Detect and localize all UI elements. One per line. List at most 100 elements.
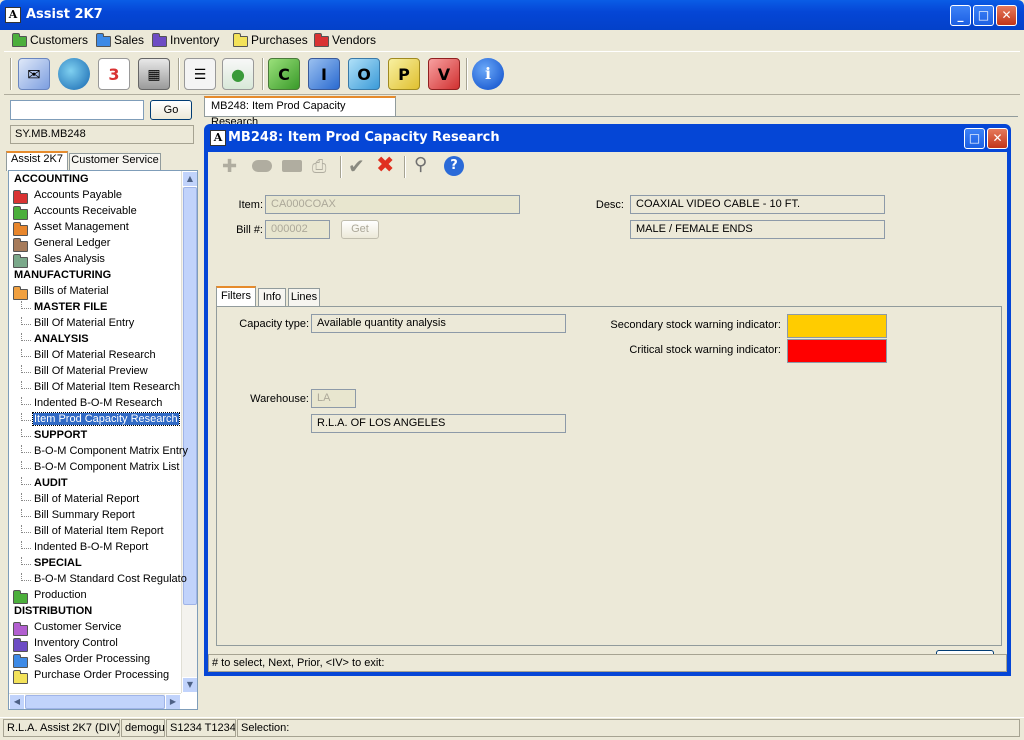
info-icon[interactable]: i	[472, 58, 504, 90]
folder-icon	[13, 206, 28, 220]
tree-vertical-scrollbar[interactable]: ▲ ▼	[181, 171, 197, 693]
menu-sales[interactable]: Sales	[94, 32, 144, 48]
folder-icon	[13, 622, 28, 636]
window-maximize-button[interactable]: □	[964, 128, 985, 149]
print-icon[interactable]: ⎙	[312, 156, 326, 177]
tab-filters[interactable]: Filters	[216, 286, 256, 306]
critical-warning-label: Critical stock warning indicator:	[629, 344, 781, 356]
tab-divider	[204, 116, 1018, 117]
secondary-warning-color-swatch[interactable]	[787, 314, 887, 338]
tab-assist-2k7[interactable]: Assist 2K7	[6, 151, 68, 171]
tree-label: Inventory Control	[34, 637, 118, 649]
tab-lines[interactable]: Lines	[288, 288, 320, 306]
item-field[interactable]: CA000COAX	[265, 195, 520, 214]
filters-panel: Capacity type: Available quantity analys…	[216, 306, 1002, 646]
tree-label: MANUFACTURING	[14, 269, 112, 281]
purchase-p-icon[interactable]: P	[388, 58, 420, 90]
calculator-icon[interactable]: ▦	[138, 58, 170, 90]
accept-check-icon[interactable]: ✔	[348, 154, 365, 178]
tree-label: Accounts Payable	[34, 189, 123, 201]
menu-label: Customers	[30, 33, 89, 47]
get-button[interactable]: Get	[341, 220, 379, 239]
menu-bar: Customers Sales Inventory Purchases Vend…	[4, 30, 1020, 50]
tree-label: Bill Of Material Research	[34, 349, 156, 361]
desc-label: Desc:	[595, 199, 624, 211]
tree-label: Bill Of Material Preview	[34, 365, 148, 377]
tree-horizontal-scrollbar[interactable]: ◀ ▶	[9, 693, 181, 709]
link-icon[interactable]	[252, 160, 272, 172]
tree-label: SUPPORT	[34, 429, 88, 441]
tab-info[interactable]: Info	[258, 288, 286, 306]
tree-label: Indented B-O-M Report	[34, 541, 149, 553]
order-o-icon[interactable]: O	[348, 58, 380, 90]
status-division: R.L.A. Assist 2K7 (DIV)	[3, 719, 120, 737]
desc-line1-field: COAXIAL VIDEO CABLE - 10 FT.	[630, 195, 885, 214]
tree-label: SPECIAL	[34, 557, 82, 569]
tree-guide-line	[21, 301, 31, 309]
report-icon[interactable]: ●	[222, 58, 254, 90]
scroll-up-icon[interactable]: ▲	[182, 171, 197, 187]
tree-label: B-O-M Component Matrix List	[34, 461, 180, 473]
inventory-i-icon[interactable]: I	[308, 58, 340, 90]
menu-vendors[interactable]: Vendors	[312, 32, 376, 48]
document-tab[interactable]: MB248: Item Prod Capacity Research	[204, 96, 396, 128]
hscrollbar-thumb[interactable]	[25, 695, 165, 709]
tree-label: Sales Order Processing	[34, 653, 151, 665]
status-selection: Selection:	[237, 719, 1020, 737]
search-icon[interactable]: ⚲	[414, 154, 427, 175]
notepad-icon[interactable]: ☰	[184, 58, 216, 90]
warehouse-name-field: R.L.A. OF LOS ANGELES	[311, 414, 566, 433]
tab-customer-service[interactable]: Customer Service	[69, 153, 161, 170]
toolbar-separator	[10, 58, 12, 90]
menu-path-field: SY.MB.MB248	[10, 125, 194, 144]
minimize-button[interactable]: _	[950, 5, 971, 26]
help-icon[interactable]: ?	[444, 156, 464, 176]
tree-label: Sales Analysis	[34, 253, 105, 265]
menu-label: Purchases	[251, 33, 308, 47]
customer-c-icon[interactable]: C	[268, 58, 300, 90]
window-close-button[interactable]: ✕	[987, 128, 1008, 149]
tree-label: Bill of Material Report	[34, 493, 140, 505]
add-icon[interactable]: ✚	[222, 156, 237, 177]
tree-label: Item Prod Capacity Research	[32, 412, 180, 426]
menu-label: Sales	[114, 33, 145, 47]
delete-icon[interactable]	[282, 160, 302, 172]
tree-label: B-O-M Standard Cost Regulato	[34, 573, 187, 585]
menu-customers[interactable]: Customers	[10, 32, 88, 48]
close-button[interactable]: ✕	[996, 5, 1017, 26]
tree-label: Accounts Receivable	[34, 205, 137, 217]
folder-green-icon	[12, 33, 27, 47]
tree-label: B-O-M Component Matrix Entry	[34, 445, 189, 457]
scroll-right-icon[interactable]: ▶	[165, 694, 181, 709]
folder-icon	[13, 654, 28, 668]
tree-label: DISTRIBUTION	[14, 605, 93, 617]
window-title: MB248: Item Prod Capacity Research	[228, 130, 500, 145]
scroll-down-icon[interactable]: ▼	[182, 677, 197, 693]
menu-purchases[interactable]: Purchases	[231, 32, 308, 48]
cancel-x-icon[interactable]: ✖	[376, 153, 394, 178]
warehouse-code-field[interactable]: LA	[311, 389, 356, 408]
bill-field[interactable]: 000002	[265, 220, 330, 239]
search-input[interactable]	[10, 100, 144, 120]
folder-icon	[13, 238, 28, 252]
folder-icon	[13, 638, 28, 652]
calendar-icon[interactable]: 3	[98, 58, 130, 90]
tree-guide-line	[21, 493, 31, 501]
mail-icon[interactable]: ✉	[18, 58, 50, 90]
vendor-v-icon[interactable]: V	[428, 58, 460, 90]
go-button[interactable]: Go	[150, 100, 192, 120]
menu-inventory[interactable]: Inventory	[150, 32, 219, 48]
tree-label: Bill of Material Item Report	[34, 525, 164, 537]
tree-label: MASTER FILE	[34, 301, 108, 313]
scrollbar-thumb[interactable]	[183, 187, 197, 605]
tree-guide-line	[21, 461, 31, 469]
status-bar: R.L.A. Assist 2K7 (DIV) demogui S1234 T1…	[0, 717, 1024, 737]
capacity-type-field[interactable]: Available quantity analysis	[311, 314, 566, 333]
folder-icon	[13, 254, 28, 268]
globe-icon[interactable]	[58, 58, 90, 90]
scroll-left-icon[interactable]: ◀	[9, 694, 25, 709]
folder-yellow-icon	[233, 33, 248, 47]
app-title-bar: A Assist 2K7 _ □ ✕	[0, 0, 1024, 30]
critical-warning-color-swatch[interactable]	[787, 339, 887, 363]
maximize-button[interactable]: □	[973, 5, 994, 26]
